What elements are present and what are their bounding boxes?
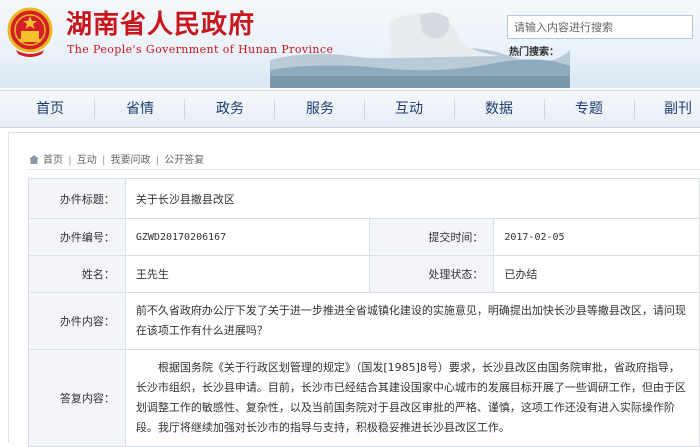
nav-item-topics[interactable]: 专题: [559, 91, 619, 127]
breadcrumb-separator: |: [68, 155, 72, 166]
breadcrumb-divider: [28, 169, 700, 170]
breadcrumb-home[interactable]: 首页: [43, 155, 63, 166]
letter-content: 前不久省政府办公厅下发了关于进一步推进全省城镇化建设的实施意见，明确提出加快长沙…: [124, 292, 700, 350]
nav-item-province[interactable]: 省情: [110, 91, 170, 127]
nav-item-interaction[interactable]: 互动: [379, 91, 439, 127]
nav-item-services[interactable]: 服务: [290, 91, 350, 127]
site-subtitle: The People's Government of Hunan Provinc…: [67, 43, 334, 56]
site-header: 湖南省人民政府 The People's Government of Hunan…: [0, 0, 700, 88]
letter-id: GZWD20170206167: [124, 218, 370, 256]
nav-item-government[interactable]: 政务: [200, 91, 260, 127]
site-title[interactable]: 湖南省人民政府: [66, 4, 255, 41]
title-label: 办件标题：: [28, 178, 126, 219]
nav-item-home[interactable]: 首页: [20, 91, 80, 127]
breadcrumb-public-replies[interactable]: 公开答复: [164, 155, 204, 166]
nav-divider: [94, 99, 95, 119]
hot-search-label: 热门搜索：: [509, 47, 559, 58]
nav-divider: [274, 99, 275, 119]
nav-divider: [184, 99, 185, 119]
breadcrumb-ask-government[interactable]: 我要问政: [111, 155, 151, 166]
status-value: 已办结: [493, 255, 700, 293]
main-nav: 首页 省情 政务 服务 互动 数据 专题 副刊: [0, 90, 700, 128]
name-label: 姓名：: [28, 255, 126, 293]
letter-detail-table: 办件标题： 关于长沙县撤县改区 办件编号： GZWD20170206167 提交…: [28, 178, 700, 447]
breadcrumb-interaction[interactable]: 互动: [77, 155, 97, 166]
nav-divider: [454, 99, 455, 119]
sender-name: 王先生: [124, 255, 370, 293]
submit-date: 2017-02-05: [493, 218, 700, 256]
nav-divider: [634, 99, 635, 119]
breadcrumb: 首页 | 互动 | 我要问政 | 公开答复: [28, 151, 205, 166]
nav-divider: [544, 99, 545, 119]
national-emblem-icon: [7, 7, 53, 57]
nav-divider: [364, 99, 365, 119]
nav-item-supplement[interactable]: 副刊: [648, 91, 700, 127]
reply-content: 根据国务院《关于行政区划管理的规定》（国发[1985]8号）要求，长沙县改区由国…: [124, 349, 700, 447]
id-label: 办件编号：: [28, 218, 126, 256]
status-label: 处理状态：: [368, 255, 495, 293]
content-label: 办件内容：: [28, 292, 126, 350]
breadcrumb-separator: |: [101, 155, 106, 166]
home-icon: [29, 155, 39, 164]
breadcrumb-separator: |: [155, 155, 160, 166]
nav-item-data[interactable]: 数据: [469, 91, 529, 127]
reply-label: 答复内容：: [28, 349, 126, 447]
letter-title: 关于长沙县撤县改区: [124, 178, 700, 219]
date-label: 提交时间：: [368, 218, 495, 256]
search-input[interactable]: [507, 15, 693, 39]
